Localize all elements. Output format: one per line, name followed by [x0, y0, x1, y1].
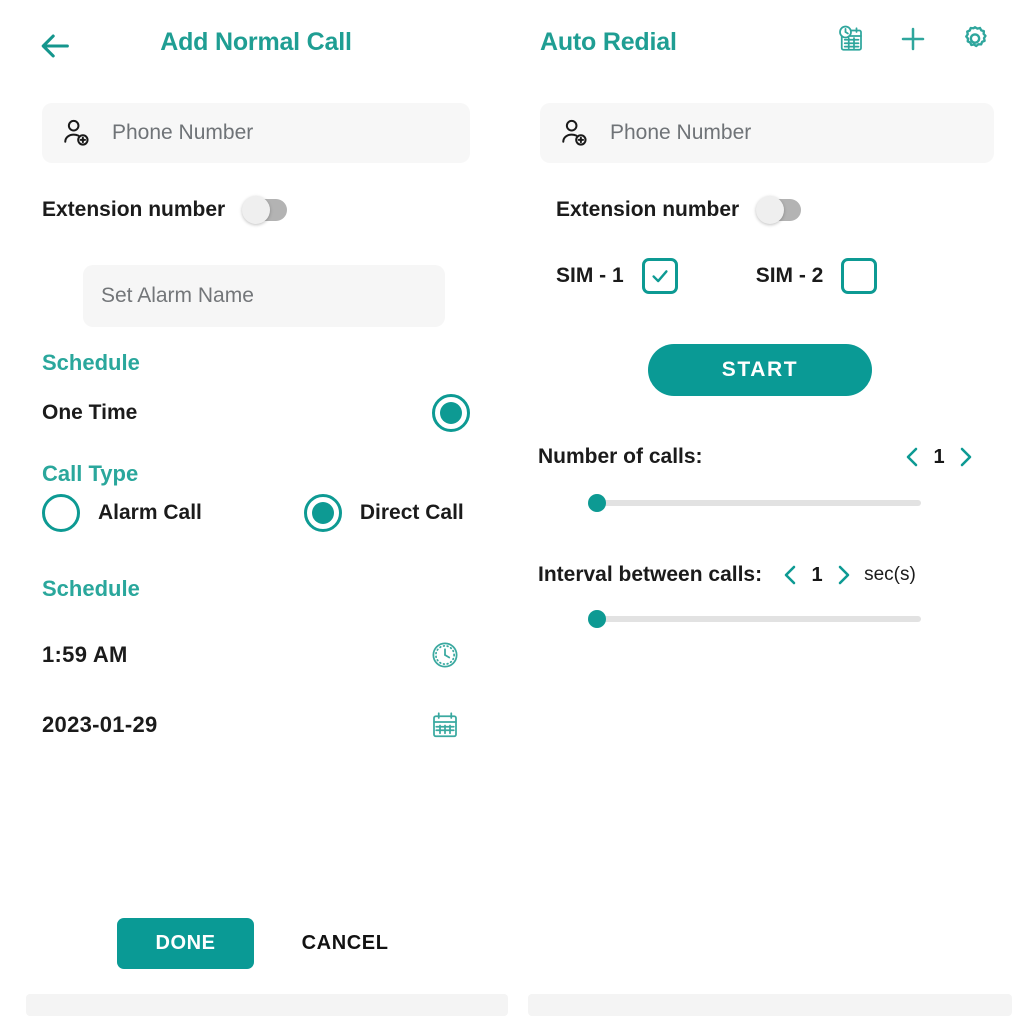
call-type-option-alarm-call[interactable]: Alarm Call — [42, 494, 202, 532]
schedule-history-icon[interactable] — [834, 22, 868, 56]
direct-call-label: Direct Call — [359, 501, 464, 524]
alarm-name-input[interactable]: Set Alarm Name — [83, 265, 445, 327]
extension-number-label: Extension number — [556, 198, 740, 221]
gear-icon[interactable] — [958, 22, 992, 56]
toggle-knob — [242, 196, 271, 224]
chevron-right-icon[interactable] — [950, 440, 980, 474]
clock-icon[interactable] — [428, 638, 462, 672]
auto-redial-title: Auto Redial — [540, 28, 677, 56]
phone-number-input[interactable]: Phone Number — [42, 103, 470, 163]
extension-number-row: Extension number — [42, 196, 288, 224]
app-root: Add Normal Call Phone Number Extension n… — [0, 0, 1024, 1024]
interval-between-calls-label: Interval between calls: — [538, 563, 763, 586]
interval-value: 1 — [811, 563, 823, 586]
sim-selection-row: SIM - 1 SIM - 2 — [556, 258, 878, 294]
radio-dot — [311, 502, 334, 524]
chevron-left-icon[interactable] — [898, 440, 928, 474]
number-of-calls-value: 1 — [933, 445, 945, 468]
sim-2-label: SIM - 2 — [755, 264, 824, 287]
number-of-calls-label: Number of calls: — [538, 445, 703, 468]
interval-stepper: 1 — [776, 558, 858, 592]
call-type-options: Alarm Call Direct Call — [42, 494, 482, 532]
direct-call-radio[interactable] — [303, 494, 342, 532]
cancel-button[interactable]: CANCEL — [296, 931, 395, 956]
schedule-date-value: 2023-01-29 — [42, 712, 158, 737]
interval-between-calls-row: Interval between calls: 1 sec(s) — [538, 558, 916, 592]
one-time-row[interactable]: One Time — [42, 394, 470, 432]
extension-number-row: Extension number — [556, 196, 802, 224]
one-time-radio[interactable] — [432, 394, 470, 432]
start-button[interactable]: START — [648, 344, 872, 396]
sim-option-2[interactable]: SIM - 2 — [756, 258, 878, 294]
slider-thumb[interactable] — [588, 494, 606, 512]
chevron-left-icon[interactable] — [776, 558, 806, 592]
number-of-calls-stepper: 1 — [898, 440, 980, 474]
schedule-values-heading: Schedule — [42, 576, 140, 601]
radio-dot — [440, 402, 462, 424]
schedule-time-row[interactable]: 1:59 AM — [42, 638, 470, 672]
extension-number-label: Extension number — [42, 198, 226, 221]
calendar-icon[interactable] — [428, 708, 462, 742]
sim-option-1[interactable]: SIM - 1 — [556, 258, 678, 294]
extension-number-toggle[interactable] — [756, 196, 802, 224]
number-of-calls-row: Number of calls: 1 — [538, 440, 980, 474]
page-title: Add Normal Call — [160, 28, 352, 56]
toggle-knob — [756, 196, 785, 224]
person-add-icon — [58, 114, 96, 152]
one-time-label: One Time — [42, 401, 138, 424]
call-type-section-heading: Call Type — [42, 461, 139, 486]
extension-number-toggle[interactable] — [242, 196, 288, 224]
right-header: Auto Redial — [512, 0, 1024, 92]
alarm-call-label: Alarm Call — [98, 501, 202, 524]
alarm-call-radio[interactable] — [42, 494, 80, 532]
schedule-date-row[interactable]: 2023-01-29 — [42, 708, 470, 742]
radio-dot — [50, 502, 72, 524]
chevron-right-icon[interactable] — [828, 558, 858, 592]
auto-redial-panel: Auto Redial Phone Number Extension numbe… — [512, 0, 1024, 1024]
panel-bottom-edge — [528, 994, 1012, 1016]
panel-bottom-edge — [26, 994, 508, 1016]
number-of-calls-slider[interactable] — [588, 494, 921, 512]
add-normal-call-panel: Add Normal Call Phone Number Extension n… — [0, 0, 512, 1024]
done-button[interactable]: DONE — [117, 918, 254, 969]
plus-icon[interactable] — [896, 22, 930, 56]
sim-1-label: SIM - 1 — [556, 264, 624, 287]
alarm-name-placeholder: Set Alarm Name — [101, 284, 254, 307]
left-footer: DONE CANCEL — [0, 918, 512, 969]
schedule-time-value: 1:59 AM — [42, 642, 128, 667]
slider-thumb[interactable] — [588, 610, 606, 628]
sim-2-checkbox[interactable] — [841, 258, 878, 294]
phone-number-placeholder: Phone Number — [610, 121, 752, 144]
header-actions — [834, 22, 992, 56]
phone-number-input[interactable]: Phone Number — [540, 103, 994, 163]
interval-slider[interactable] — [588, 610, 921, 628]
left-header: Add Normal Call — [0, 0, 512, 92]
schedule-section-heading: Schedule — [42, 350, 140, 375]
call-type-option-direct-call[interactable]: Direct Call — [303, 494, 464, 532]
sim-1-checkbox[interactable] — [641, 258, 678, 294]
interval-unit-label: sec(s) — [864, 564, 916, 585]
phone-number-placeholder: Phone Number — [112, 121, 254, 144]
person-add-icon — [556, 114, 594, 152]
